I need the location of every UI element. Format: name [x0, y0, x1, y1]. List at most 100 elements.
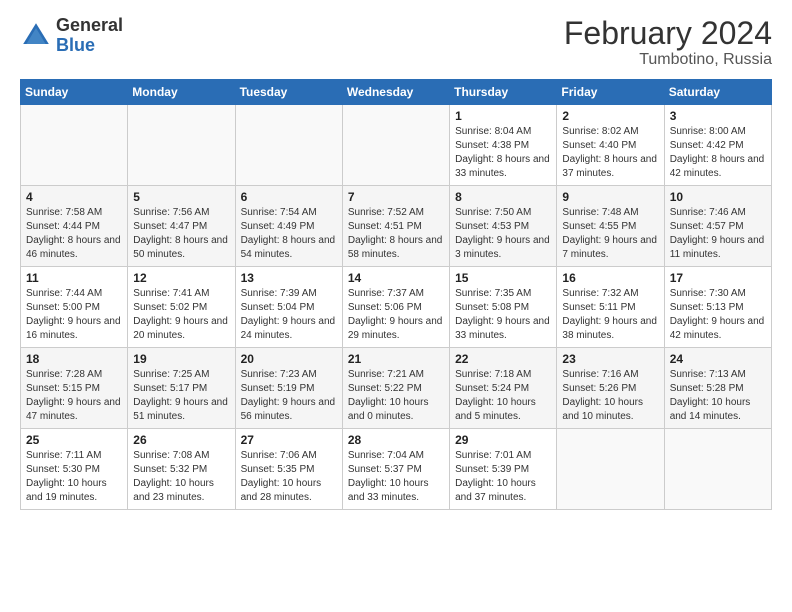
- calendar-cell: 5 Sunrise: 7:56 AM Sunset: 4:47 PM Daylig…: [128, 186, 235, 267]
- calendar-week-row: 18Sunrise: 7:28 AM Sunset: 5:15 PM Dayli…: [21, 348, 772, 429]
- calendar-cell: 22 Sunrise: 7:18 AM Sunset: 5:24 PM Dayli…: [450, 348, 557, 429]
- day-number: 25: [26, 433, 122, 447]
- logo-icon: [20, 20, 52, 52]
- day-number: 8: [455, 190, 551, 204]
- main-title: February 2024: [564, 16, 772, 51]
- day-info: Sunrise: 8:04 AM Sunset: 4:38 PM Dayligh…: [455, 125, 551, 181]
- calendar-week-row: 25 Sunrise: 7:11 AM Sunset: 5:30 PM Dayli…: [21, 429, 772, 510]
- day-info: Sunrise: 7:11 AM Sunset: 5:30 PM Dayligh…: [26, 449, 122, 505]
- calendar-cell: 12 Sunrise: 7:41 AM Sunset: 5:02 PM Dayli…: [128, 267, 235, 348]
- calendar-header-row: SundayMondayTuesdayWednesdayThursdayFrid…: [21, 80, 772, 105]
- day-info: Sunrise: 7:46 AM Sunset: 4:57 PM Dayligh…: [670, 206, 766, 262]
- day-number: 14: [348, 271, 444, 285]
- day-info: Sunrise: 7:23 AM Sunset: 5:19 PM Dayligh…: [241, 368, 337, 424]
- day-number: 24: [670, 352, 766, 366]
- calendar-cell: 16Sunrise: 7:32 AM Sunset: 5:11 PM Dayli…: [557, 267, 664, 348]
- day-info: Sunrise: 7:13 AM Sunset: 5:28 PM Dayligh…: [670, 368, 766, 424]
- calendar-cell: 20 Sunrise: 7:23 AM Sunset: 5:19 PM Dayli…: [235, 348, 342, 429]
- day-number: 26: [133, 433, 229, 447]
- day-info: Sunrise: 7:08 AM Sunset: 5:32 PM Dayligh…: [133, 449, 229, 505]
- day-info: Sunrise: 7:06 AM Sunset: 5:35 PM Dayligh…: [241, 449, 337, 505]
- weekday-header: Wednesday: [342, 80, 449, 105]
- header: General Blue February 2024 Tumbotino, Ru…: [20, 16, 772, 69]
- calendar-cell: 14 Sunrise: 7:37 AM Sunset: 5:06 PM Dayli…: [342, 267, 449, 348]
- calendar-cell: [342, 105, 449, 186]
- calendar-cell: [664, 429, 771, 510]
- day-info: Sunrise: 7:16 AM Sunset: 5:26 PM Dayligh…: [562, 368, 658, 424]
- day-info: Sunrise: 7:04 AM Sunset: 5:37 PM Dayligh…: [348, 449, 444, 505]
- day-info: Sunrise: 7:30 AM Sunset: 5:13 PM Dayligh…: [670, 287, 766, 343]
- logo-text: General Blue: [56, 16, 123, 56]
- calendar-week-row: 11 Sunrise: 7:44 AM Sunset: 5:00 PM Dayli…: [21, 267, 772, 348]
- day-info: Sunrise: 8:02 AM Sunset: 4:40 PM Dayligh…: [562, 125, 658, 181]
- calendar-week-row: 4 Sunrise: 7:58 AM Sunset: 4:44 PM Daylig…: [21, 186, 772, 267]
- calendar-cell: 23 Sunrise: 7:16 AM Sunset: 5:26 PM Dayli…: [557, 348, 664, 429]
- day-number: 22: [455, 352, 551, 366]
- day-number: 4: [26, 190, 122, 204]
- day-info: Sunrise: 7:50 AM Sunset: 4:53 PM Dayligh…: [455, 206, 551, 262]
- day-number: 23: [562, 352, 658, 366]
- calendar-cell: 13 Sunrise: 7:39 AM Sunset: 5:04 PM Dayli…: [235, 267, 342, 348]
- calendar-table: SundayMondayTuesdayWednesdayThursdayFrid…: [20, 79, 772, 510]
- calendar-cell: [128, 105, 235, 186]
- day-number: 13: [241, 271, 337, 285]
- calendar-cell: 25 Sunrise: 7:11 AM Sunset: 5:30 PM Dayli…: [21, 429, 128, 510]
- day-info: Sunrise: 7:44 AM Sunset: 5:00 PM Dayligh…: [26, 287, 122, 343]
- calendar-cell: 6Sunrise: 7:54 AM Sunset: 4:49 PM Daylig…: [235, 186, 342, 267]
- day-info: Sunrise: 7:39 AM Sunset: 5:04 PM Dayligh…: [241, 287, 337, 343]
- weekday-header: Sunday: [21, 80, 128, 105]
- calendar-cell: 3 Sunrise: 8:00 AM Sunset: 4:42 PM Daylig…: [664, 105, 771, 186]
- calendar-cell: 19 Sunrise: 7:25 AM Sunset: 5:17 PM Dayli…: [128, 348, 235, 429]
- day-number: 11: [26, 271, 122, 285]
- calendar-cell: 28 Sunrise: 7:04 AM Sunset: 5:37 PM Dayli…: [342, 429, 449, 510]
- day-info: Sunrise: 7:52 AM Sunset: 4:51 PM Dayligh…: [348, 206, 444, 262]
- weekday-header: Tuesday: [235, 80, 342, 105]
- day-info: Sunrise: 7:41 AM Sunset: 5:02 PM Dayligh…: [133, 287, 229, 343]
- calendar-cell: 1Sunrise: 8:04 AM Sunset: 4:38 PM Daylig…: [450, 105, 557, 186]
- calendar-cell: [21, 105, 128, 186]
- calendar-cell: 29Sunrise: 7:01 AM Sunset: 5:39 PM Dayli…: [450, 429, 557, 510]
- day-number: 21: [348, 352, 444, 366]
- day-info: Sunrise: 7:37 AM Sunset: 5:06 PM Dayligh…: [348, 287, 444, 343]
- day-info: Sunrise: 7:21 AM Sunset: 5:22 PM Dayligh…: [348, 368, 444, 424]
- calendar-cell: 17Sunrise: 7:30 AM Sunset: 5:13 PM Dayli…: [664, 267, 771, 348]
- day-number: 28: [348, 433, 444, 447]
- calendar-week-row: 1Sunrise: 8:04 AM Sunset: 4:38 PM Daylig…: [21, 105, 772, 186]
- day-info: Sunrise: 7:01 AM Sunset: 5:39 PM Dayligh…: [455, 449, 551, 505]
- calendar-cell: 27 Sunrise: 7:06 AM Sunset: 5:35 PM Dayli…: [235, 429, 342, 510]
- subtitle: Tumbotino, Russia: [564, 51, 772, 69]
- calendar-cell: 18Sunrise: 7:28 AM Sunset: 5:15 PM Dayli…: [21, 348, 128, 429]
- day-number: 2: [562, 109, 658, 123]
- day-info: Sunrise: 7:18 AM Sunset: 5:24 PM Dayligh…: [455, 368, 551, 424]
- weekday-header: Monday: [128, 80, 235, 105]
- day-number: 5: [133, 190, 229, 204]
- calendar-cell: [557, 429, 664, 510]
- page-container: General Blue February 2024 Tumbotino, Ru…: [0, 0, 792, 520]
- calendar-cell: 24 Sunrise: 7:13 AM Sunset: 5:28 PM Dayli…: [664, 348, 771, 429]
- day-info: Sunrise: 7:25 AM Sunset: 5:17 PM Dayligh…: [133, 368, 229, 424]
- title-block: February 2024 Tumbotino, Russia: [564, 16, 772, 69]
- calendar-cell: 9Sunrise: 7:48 AM Sunset: 4:55 PM Daylig…: [557, 186, 664, 267]
- day-info: Sunrise: 7:56 AM Sunset: 4:47 PM Dayligh…: [133, 206, 229, 262]
- weekday-header: Saturday: [664, 80, 771, 105]
- day-number: 16: [562, 271, 658, 285]
- day-number: 20: [241, 352, 337, 366]
- calendar-cell: 21 Sunrise: 7:21 AM Sunset: 5:22 PM Dayli…: [342, 348, 449, 429]
- day-number: 9: [562, 190, 658, 204]
- calendar-cell: 11 Sunrise: 7:44 AM Sunset: 5:00 PM Dayli…: [21, 267, 128, 348]
- calendar-cell: 4 Sunrise: 7:58 AM Sunset: 4:44 PM Daylig…: [21, 186, 128, 267]
- day-number: 3: [670, 109, 766, 123]
- day-info: Sunrise: 8:00 AM Sunset: 4:42 PM Dayligh…: [670, 125, 766, 181]
- weekday-header: Friday: [557, 80, 664, 105]
- day-info: Sunrise: 7:58 AM Sunset: 4:44 PM Dayligh…: [26, 206, 122, 262]
- day-info: Sunrise: 7:28 AM Sunset: 5:15 PM Dayligh…: [26, 368, 122, 424]
- day-number: 15: [455, 271, 551, 285]
- weekday-header: Thursday: [450, 80, 557, 105]
- calendar-cell: 15Sunrise: 7:35 AM Sunset: 5:08 PM Dayli…: [450, 267, 557, 348]
- day-number: 27: [241, 433, 337, 447]
- calendar-cell: 2 Sunrise: 8:02 AM Sunset: 4:40 PM Daylig…: [557, 105, 664, 186]
- day-number: 19: [133, 352, 229, 366]
- logo: General Blue: [20, 16, 123, 56]
- day-info: Sunrise: 7:54 AM Sunset: 4:49 PM Dayligh…: [241, 206, 337, 262]
- day-number: 12: [133, 271, 229, 285]
